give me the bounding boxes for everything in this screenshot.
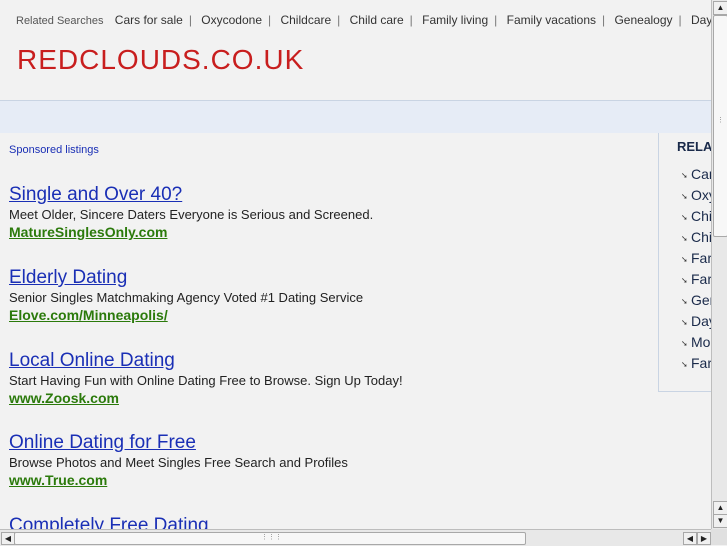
ad-title-link[interactable]: Completely Free Dating	[9, 516, 209, 530]
ad-url-link[interactable]: Elove.com/Minneapolis/	[9, 306, 363, 324]
scroll-left-icon[interactable]: ◀	[1, 532, 15, 545]
separator: |	[678, 13, 682, 27]
separator: |	[494, 13, 498, 27]
top-related-link[interactable]: Daycare	[691, 13, 711, 27]
top-related-link[interactable]: Cars for sale	[115, 13, 183, 27]
separator: |	[602, 13, 606, 27]
top-related-link[interactable]: Oxycodone	[201, 13, 262, 27]
arrow-icon: ➘	[681, 171, 688, 180]
separator: |	[268, 13, 272, 27]
ad-listing: Local Online Dating Start Having Fun wit…	[9, 351, 403, 407]
sidebar-item-label: Oxy	[691, 187, 711, 203]
sidebar-item-label: Moc	[691, 334, 711, 350]
sponsored-label: Sponsored listings	[9, 144, 99, 156]
header: Related Searches Cars for sale | Oxycodon…	[0, 0, 711, 101]
sidebar-item-label: Far	[691, 355, 711, 371]
arrow-icon: ➘	[681, 339, 688, 348]
arrow-icon: ➘	[681, 192, 688, 201]
grip-icon: ⋮⋮	[717, 117, 727, 124]
ad-listing: Single and Over 40? Meet Older, Sincere …	[9, 185, 373, 241]
sidebar-item[interactable]: ➘ Far	[681, 353, 711, 374]
top-related-link[interactable]: Childcare	[280, 13, 331, 27]
scroll-up-icon[interactable]: ▲	[713, 501, 727, 515]
sidebar-item-label: Far	[691, 250, 711, 266]
scroll-right-icon[interactable]: ▶	[697, 532, 711, 545]
ad-url-link[interactable]: www.True.com	[9, 471, 348, 489]
sidebar-item-label: Ger	[691, 292, 711, 308]
sidebar-item[interactable]: ➘ Far	[681, 248, 711, 269]
top-related-searches: Related Searches Cars for sale | Oxycodon…	[16, 13, 711, 27]
separator: |	[188, 13, 192, 27]
browser-viewport: Related Searches Cars for sale | Oxycodon…	[0, 0, 711, 529]
related-searches-label: Related Searches	[16, 15, 104, 27]
ad-description: Meet Older, Sincere Daters Everyone is S…	[9, 207, 374, 222]
sponsored-listings: Sponsored listings Single and Over 40? M…	[0, 133, 658, 529]
separator: |	[409, 13, 413, 27]
vertical-scrollbar[interactable]: ▲ ⋮⋮ ▲ ▼	[711, 0, 727, 529]
site-title[interactable]: REDCLOUDS.CO.UK	[17, 44, 304, 76]
ad-url-link[interactable]: MatureSinglesOnly.com	[9, 223, 373, 241]
sidebar-item-label: Car	[691, 166, 711, 182]
ad-description: Senior Singles Matchmaking Agency Voted …	[9, 290, 364, 305]
sidebar-item[interactable]: ➘Day	[681, 311, 711, 332]
ad-url-link[interactable]: www.Zoosk.com	[9, 389, 403, 407]
sidebar-item-label: Day	[691, 313, 711, 329]
sidebar-list: ➘Car ➘Oxy ➘Chi ➘Chi ➘Far ➘Far ➘Ger ➘Day …	[681, 164, 711, 374]
grip-icon: ⋮⋮⋮	[261, 534, 282, 541]
sidebar-item[interactable]: ➘ Far	[681, 269, 711, 290]
ad-title-link[interactable]: Elderly Dating	[9, 268, 363, 288]
sidebar-item[interactable]: ➘ Chi	[681, 227, 711, 248]
top-related-link[interactable]: Child care	[350, 13, 404, 27]
top-related-link[interactable]: Family living	[422, 13, 488, 27]
ad-listing: Completely Free Dating	[9, 516, 209, 530]
horizontal-scrollbar[interactable]: ◀ ⋮⋮⋮ ◀ ▶	[0, 529, 711, 546]
scroll-down-icon[interactable]: ▼	[713, 514, 727, 528]
scroll-left-icon[interactable]: ◀	[683, 532, 697, 545]
top-related-link[interactable]: Genealogy	[614, 13, 672, 27]
sidebar-item-label: Far	[691, 271, 711, 287]
ad-title-link[interactable]: Single and Over 40?	[9, 185, 373, 205]
sidebar-item[interactable]: ➘Ger	[681, 290, 711, 311]
ad-listing: Elderly Dating Senior Singles Matchmakin…	[9, 268, 363, 324]
top-related-link[interactable]: Family vacations	[507, 13, 596, 27]
ad-listing: Online Dating for Free Browse Photos and…	[9, 433, 348, 489]
ad-title-link[interactable]: Local Online Dating	[9, 351, 403, 371]
sidebar-item[interactable]: ➘Oxy	[681, 185, 711, 206]
arrow-icon: ➘	[681, 360, 688, 369]
sidebar-item-label: Chi	[691, 208, 711, 224]
sidebar-heading: RELAT	[677, 139, 711, 154]
arrow-icon: ➘	[681, 255, 688, 264]
ad-description: Browse Photos and Meet Singles Free Sear…	[9, 455, 348, 470]
arrow-icon: ➘	[681, 297, 688, 306]
ad-title-link[interactable]: Online Dating for Free	[9, 433, 348, 453]
ad-description: Start Having Fun with Online Dating Free…	[9, 373, 403, 388]
sidebar-item[interactable]: ➘ Chi	[681, 206, 711, 227]
scroll-up-icon[interactable]: ▲	[713, 1, 727, 15]
sidebar-item-label: Chi	[691, 229, 711, 245]
related-sidebar: RELAT ➘Car ➘Oxy ➘Chi ➘Chi ➘Far ➘Far ➘Ger…	[658, 133, 711, 392]
arrow-icon: ➘	[681, 318, 688, 327]
scrollbar-corner	[711, 529, 727, 545]
sidebar-item[interactable]: ➘Car	[681, 164, 711, 185]
sidebar-item[interactable]: ➘Moc	[681, 332, 711, 353]
arrow-icon: ➘	[681, 276, 688, 285]
vertical-scroll-thumb[interactable]: ⋮⋮	[713, 15, 727, 237]
arrow-icon: ➘	[681, 213, 688, 222]
arrow-icon: ➘	[681, 234, 688, 243]
separator: |	[337, 13, 341, 27]
horizontal-scroll-thumb[interactable]: ⋮⋮⋮	[14, 532, 526, 545]
header-band	[0, 101, 711, 133]
